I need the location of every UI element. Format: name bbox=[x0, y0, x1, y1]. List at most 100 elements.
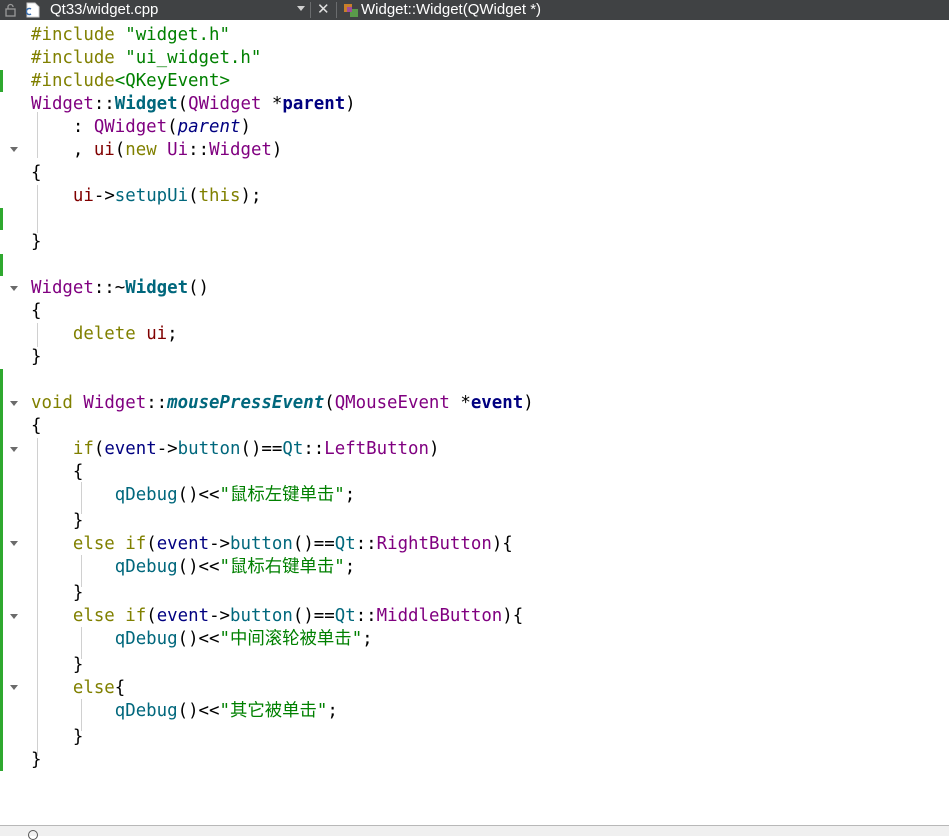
punct-token: ( bbox=[146, 606, 157, 626]
code-line[interactable]: } bbox=[31, 346, 41, 369]
punct-token: ()== bbox=[292, 534, 335, 554]
string-token: "鼠标右键单击" bbox=[219, 557, 345, 577]
fold-arrow-icon[interactable] bbox=[10, 447, 18, 452]
indent-token bbox=[31, 439, 73, 459]
dropdown-arrow-icon[interactable] bbox=[297, 6, 305, 11]
parameter-token: parent bbox=[282, 94, 346, 114]
code-line[interactable]: Widget::~Widget() bbox=[31, 277, 209, 300]
keyword-token: new bbox=[125, 140, 157, 160]
punct-token: ( bbox=[177, 94, 189, 114]
member-token: ui bbox=[93, 140, 115, 160]
code-line[interactable]: { bbox=[31, 162, 41, 185]
enum-token: LeftButton bbox=[324, 439, 429, 459]
code-line[interactable]: qDebug()<<"其它被单击"; bbox=[31, 700, 338, 723]
code-line[interactable]: } bbox=[31, 749, 41, 772]
code-line[interactable]: } bbox=[31, 582, 83, 605]
code-line[interactable]: , ui(new Ui::Widget) bbox=[31, 139, 283, 162]
preprocessor-token: #include bbox=[31, 48, 126, 68]
punct-token: ) bbox=[240, 117, 251, 137]
keyword-token: else bbox=[72, 606, 115, 626]
fold-arrow-icon[interactable] bbox=[10, 147, 18, 152]
cpp-file-icon bbox=[26, 2, 40, 18]
code-line[interactable]: : QWidget(parent) bbox=[31, 116, 251, 139]
code-line[interactable]: Widget::Widget(QWidget *parent) bbox=[31, 93, 356, 116]
code-line[interactable]: #include "ui_widget.h" bbox=[31, 47, 261, 70]
brace-token: } bbox=[31, 583, 84, 603]
fold-arrow-icon[interactable] bbox=[10, 541, 18, 546]
function-token: mousePressEvent bbox=[167, 393, 325, 413]
code-line[interactable]: else if(event->button()==Qt::MiddleButto… bbox=[31, 605, 523, 628]
code-line[interactable]: } bbox=[31, 726, 83, 749]
code-line[interactable]: ui->setupUi(this); bbox=[31, 185, 262, 208]
brace-token: } bbox=[31, 727, 84, 747]
close-icon[interactable]: ✕ bbox=[317, 0, 330, 19]
file-selector[interactable]: Qt33/widget.cpp bbox=[50, 0, 158, 19]
search-icon[interactable] bbox=[28, 830, 38, 840]
punct-token: ( bbox=[324, 393, 335, 413]
enum-token: MiddleButton bbox=[376, 606, 503, 626]
string-token: "widget.h" bbox=[125, 25, 230, 45]
code-line[interactable]: else{ bbox=[31, 677, 125, 700]
code-line[interactable]: qDebug()<<"鼠标左键单击"; bbox=[31, 484, 356, 507]
symbol-selector[interactable]: Widget::Widget(QWidget *) bbox=[361, 0, 541, 19]
punct-token: ) bbox=[271, 140, 283, 160]
fold-arrow-icon[interactable] bbox=[10, 286, 18, 291]
editor-toolbar: Qt33/widget.cpp ✕ Widget::Widget(QWidget… bbox=[0, 0, 949, 20]
string-token: <QKeyEvent> bbox=[114, 71, 230, 91]
code-line[interactable]: qDebug()<<"鼠标右键单击"; bbox=[31, 556, 356, 579]
punct-token: ){ bbox=[502, 606, 524, 626]
code-editor[interactable]: #include "widget.h" #include "ui_widget.… bbox=[27, 20, 949, 825]
parameter-token: event bbox=[104, 439, 157, 459]
code-line[interactable]: { bbox=[31, 415, 41, 438]
editor-gutter bbox=[0, 20, 27, 825]
punct-token: ()<< bbox=[177, 557, 220, 577]
fold-arrow-icon[interactable] bbox=[10, 614, 18, 619]
punct-token: ()<< bbox=[177, 485, 220, 505]
code-line[interactable]: } bbox=[31, 231, 41, 254]
function-token: qDebug bbox=[114, 629, 178, 649]
toolbar-separator bbox=[310, 2, 311, 18]
code-line[interactable]: else if(event->button()==Qt::RightButton… bbox=[31, 533, 513, 556]
code-line[interactable]: qDebug()<<"中间滚轮被单击"; bbox=[31, 628, 373, 651]
code-line[interactable]: if(event->button()==Qt::LeftButton) bbox=[31, 438, 440, 461]
indent-token bbox=[31, 701, 115, 721]
function-token: setupUi bbox=[114, 186, 189, 206]
punct-token: * bbox=[261, 94, 283, 114]
member-token: ui bbox=[146, 324, 168, 344]
class-symbol-icon bbox=[344, 4, 358, 17]
punct-token: -> bbox=[209, 534, 231, 554]
function-token: button bbox=[230, 534, 293, 554]
punct-token: : bbox=[31, 117, 94, 137]
indent-token bbox=[31, 485, 115, 505]
indent-token bbox=[31, 324, 73, 344]
punct-token: , bbox=[31, 140, 94, 160]
punct-token: ( bbox=[167, 117, 178, 137]
code-line[interactable]: } bbox=[31, 654, 83, 677]
code-line[interactable]: delete ui; bbox=[31, 323, 178, 346]
fold-arrow-icon[interactable] bbox=[10, 401, 18, 406]
type-token: Widget bbox=[31, 278, 94, 298]
code-line[interactable]: void Widget::mousePressEvent(QMouseEvent… bbox=[31, 392, 534, 415]
code-line[interactable]: { bbox=[31, 300, 41, 323]
type-token: QMouseEvent bbox=[334, 393, 450, 413]
lock-icon[interactable] bbox=[4, 3, 18, 17]
punct-token: :: bbox=[93, 94, 115, 114]
code-line[interactable]: } bbox=[31, 510, 83, 533]
punct-token: :: bbox=[188, 140, 210, 160]
punct-token: :: bbox=[303, 439, 325, 459]
code-line[interactable]: #include<QKeyEvent> bbox=[31, 70, 230, 93]
punct-token: ){ bbox=[491, 534, 513, 554]
keyword-token: delete bbox=[72, 324, 136, 344]
function-token: Widget bbox=[114, 94, 178, 114]
namespace-token: Qt bbox=[334, 534, 356, 554]
code-line[interactable]: { bbox=[31, 461, 83, 484]
fold-arrow-icon[interactable] bbox=[10, 685, 18, 690]
string-token: "中间滚轮被单击" bbox=[219, 629, 363, 649]
function-token: qDebug bbox=[114, 701, 178, 721]
code-line[interactable]: #include "widget.h" bbox=[31, 24, 230, 47]
punct-token: ( bbox=[188, 186, 199, 206]
indent-token bbox=[31, 606, 73, 626]
